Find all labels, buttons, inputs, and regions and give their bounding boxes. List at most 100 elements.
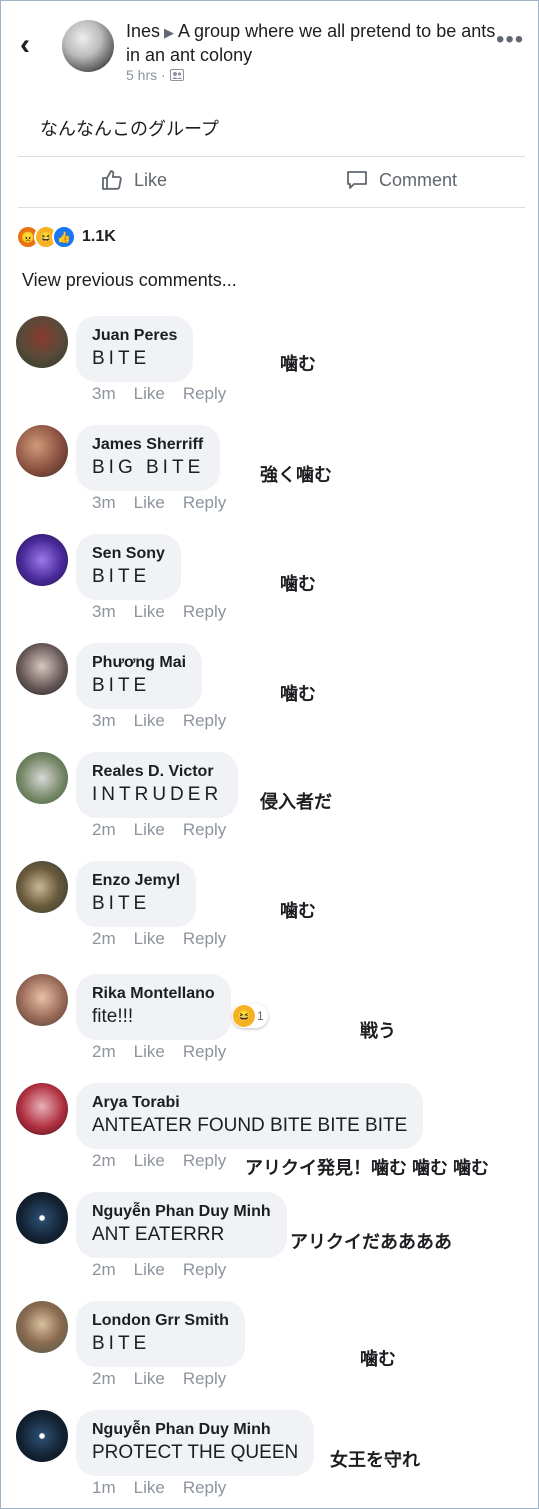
commenter-name[interactable]: London Grr Smith <box>92 1311 229 1331</box>
comment-like-link[interactable]: Like <box>134 493 165 512</box>
comment-time[interactable]: 2m <box>92 1042 116 1061</box>
commenter-avatar[interactable] <box>16 534 68 586</box>
view-previous-comments[interactable]: View previous comments... <box>22 270 237 291</box>
comment-like-link[interactable]: Like <box>134 1369 165 1388</box>
back-icon[interactable]: ‹ <box>20 30 30 60</box>
comment-reply-link[interactable]: Reply <box>183 929 226 948</box>
comment-reply-link[interactable]: Reply <box>183 1042 226 1061</box>
comment-reaction-badge[interactable]: 😆 1 <box>232 1004 268 1028</box>
more-options-icon[interactable]: ••• <box>496 28 524 52</box>
comment-time[interactable]: 2m <box>92 1369 116 1388</box>
comment-actions: 2m Like Reply <box>92 820 244 840</box>
commenter-name[interactable]: James Sherriff <box>92 435 204 455</box>
commenter-name[interactable]: Reales D. Victor <box>92 762 222 782</box>
commenter-avatar[interactable] <box>16 643 68 695</box>
comment-text: BITE <box>92 348 151 369</box>
comment-like-link[interactable]: Like <box>134 929 165 948</box>
commenter-avatar[interactable] <box>16 1192 68 1244</box>
comment-like-link[interactable]: Like <box>134 820 165 839</box>
commenter-name[interactable]: Juan Peres <box>92 326 177 346</box>
post-author-name[interactable]: Ines <box>126 21 160 41</box>
comment-bubble[interactable]: Sen Sony BITE <box>76 534 181 600</box>
comment-reply-link[interactable]: Reply <box>183 820 226 839</box>
comment-text: BIG BITE <box>92 457 205 478</box>
comment-text: fite!!! <box>92 1006 134 1027</box>
commenter-name[interactable]: Phương Mai <box>92 653 186 673</box>
japanese-translation: 噛む <box>280 901 316 921</box>
comment-time[interactable]: 3m <box>92 711 116 730</box>
commenter-name[interactable]: Enzo Jemyl <box>92 871 180 891</box>
comment-like-link[interactable]: Like <box>134 1478 165 1497</box>
commenter-name[interactable]: Arya Torabi <box>92 1093 407 1113</box>
comment-like-link[interactable]: Like <box>134 602 165 621</box>
comment-bubble[interactable]: Reales D. Victor INTRUDER <box>76 752 239 818</box>
comment-bubble[interactable]: Phương Mai BITE <box>76 643 203 709</box>
commenter-avatar[interactable] <box>16 974 68 1026</box>
commenter-name[interactable]: Nguyễn Phan Duy Minh <box>92 1202 271 1222</box>
like-button[interactable]: Like <box>100 168 167 192</box>
comment-reply-link[interactable]: Reply <box>183 1260 226 1279</box>
comment-text: PROTECT THE QUEEN <box>92 1442 299 1463</box>
reactions-summary[interactable]: 😠 😆 👍 1.1K <box>16 225 116 249</box>
comment-text: BITE <box>92 675 151 696</box>
comment-text: BITE <box>92 1333 151 1354</box>
comment-like-link[interactable]: Like <box>134 1151 165 1170</box>
comment-time[interactable]: 1m <box>92 1478 116 1497</box>
comment-reply-link[interactable]: Reply <box>183 711 226 730</box>
thumbs-up-icon <box>102 170 122 190</box>
group-name[interactable]: A group where we all pretend to be ants … <box>126 21 495 65</box>
comment-bubble[interactable]: Nguyễn Phan Duy Minh ANT EATERRR <box>76 1192 287 1258</box>
comment-time[interactable]: 3m <box>92 493 116 512</box>
commenter-name[interactable]: Nguyễn Phan Duy Minh <box>92 1420 298 1440</box>
comment-time[interactable]: 3m <box>92 602 116 621</box>
comment-bubble-icon <box>347 171 367 189</box>
comment-label: Comment <box>379 169 458 190</box>
comment-reply-link[interactable]: Reply <box>183 602 226 621</box>
comment-bubble[interactable]: Enzo Jemyl BITE <box>76 861 197 927</box>
comment-like-link[interactable]: Like <box>134 711 165 730</box>
comment-bubble[interactable]: Rika Montellano fite!!! <box>76 974 231 1040</box>
comment-bubble[interactable]: London Grr Smith BITE <box>76 1301 245 1367</box>
commenter-avatar[interactable] <box>16 425 68 477</box>
comment-like-link[interactable]: Like <box>134 1260 165 1279</box>
post-author-avatar[interactable] <box>62 20 114 72</box>
comment-button[interactable]: Comment <box>345 168 457 192</box>
commenter-avatar[interactable] <box>16 1301 68 1353</box>
comment-bubble[interactable]: Nguyễn Phan Duy Minh PROTECT THE QUEEN <box>76 1410 315 1476</box>
japanese-translation: 侵入者だ <box>260 792 332 812</box>
comment-actions: 2m Like Reply <box>92 1042 244 1062</box>
comment-time[interactable]: 2m <box>92 929 116 948</box>
meta-dot: · <box>161 67 166 83</box>
comment-reply-link[interactable]: Reply <box>183 493 226 512</box>
commenter-avatar[interactable] <box>16 752 68 804</box>
commenter-avatar[interactable] <box>16 1410 68 1462</box>
like-label: Like <box>134 169 168 190</box>
comment-time[interactable]: 2m <box>92 820 116 839</box>
comment-time[interactable]: 3m <box>92 384 116 403</box>
comment-text: ANTEATER FOUND BITE BITE BITE <box>92 1115 408 1136</box>
comment-reply-link[interactable]: Reply <box>183 1369 226 1388</box>
comment-reply-link[interactable]: Reply <box>183 1151 226 1170</box>
comment-bubble[interactable]: James Sherriff BIG BITE <box>76 425 221 491</box>
comment-bubble[interactable]: Arya Torabi ANTEATER FOUND BITE BITE BITE <box>76 1083 424 1149</box>
commenter-name[interactable]: Rika Montellano <box>92 984 215 1004</box>
comment-reply-link[interactable]: Reply <box>183 384 226 403</box>
comment-time[interactable]: 2m <box>92 1151 116 1170</box>
comment-bubble[interactable]: Juan Peres BITE <box>76 316 194 382</box>
commenter-avatar[interactable] <box>16 861 68 913</box>
comment-like-link[interactable]: Like <box>134 1042 165 1061</box>
comment-time[interactable]: 2m <box>92 1260 116 1279</box>
japanese-translation: 噛む <box>280 574 316 594</box>
post-meta: 5 hrs · <box>126 67 184 83</box>
group-privacy-icon <box>169 67 184 83</box>
commenter-avatar[interactable] <box>16 1083 68 1135</box>
comment-like-link[interactable]: Like <box>134 384 165 403</box>
comment-text: BITE <box>92 893 151 914</box>
japanese-translation: 噛む <box>360 1349 396 1369</box>
comment-reply-link[interactable]: Reply <box>183 1478 226 1497</box>
japanese-translation: 噛む <box>280 684 316 704</box>
comment-actions: 2m Like Reply <box>92 1260 244 1280</box>
commenter-name[interactable]: Sen Sony <box>92 544 165 564</box>
post-time[interactable]: 5 hrs <box>126 67 157 83</box>
commenter-avatar[interactable] <box>16 316 68 368</box>
